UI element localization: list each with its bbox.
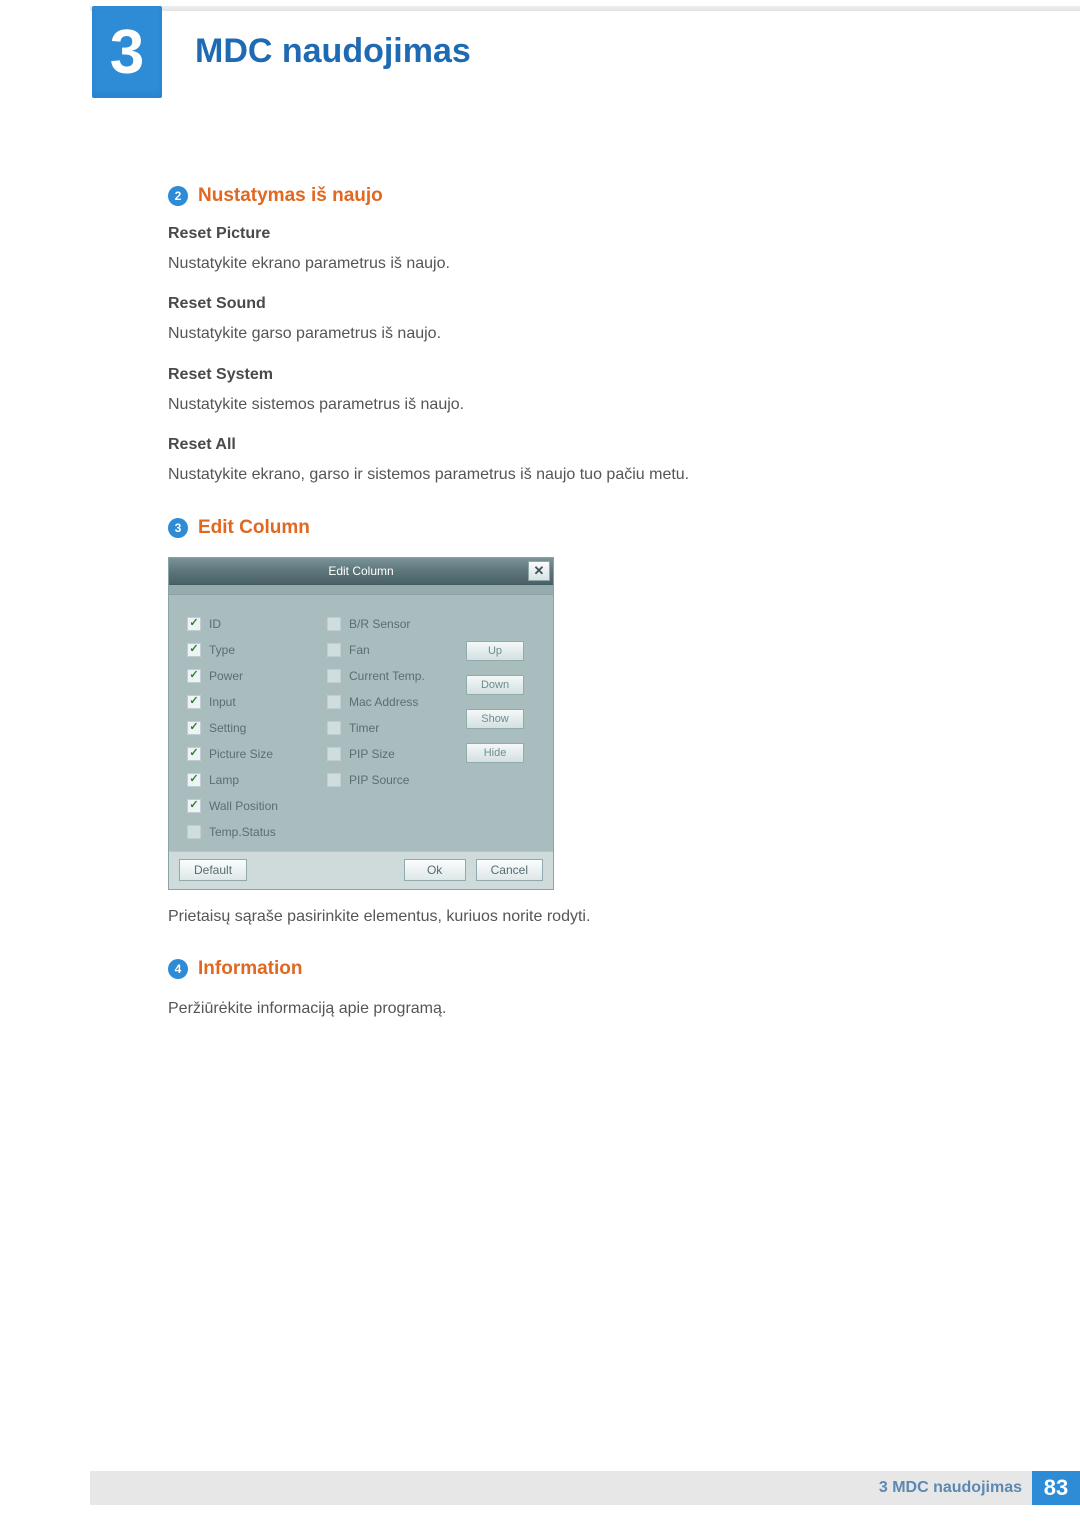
checkbox-label: Input — [209, 695, 236, 709]
reset-picture-heading: Reset Picture — [168, 225, 948, 243]
checkbox-label: Lamp — [209, 773, 239, 787]
footer-text-label: MDC naudojimas — [892, 1479, 1022, 1496]
section-title: Nustatymas iš naujo — [198, 185, 383, 207]
close-icon: ✕ — [534, 557, 545, 584]
dialog-strip — [169, 585, 553, 595]
dialog-side-buttons: Up Down Show Hide — [463, 611, 527, 845]
checkbox-label: Fan — [349, 643, 370, 657]
checkbox-label: Temp.Status — [209, 825, 276, 839]
information-text: Peržiūrėkite informaciją apie programą. — [168, 998, 948, 1020]
checkbox[interactable] — [187, 773, 201, 787]
checkbox-row[interactable]: Power — [187, 663, 321, 689]
chapter-badge: 3 — [92, 6, 162, 98]
content-area: 2 Nustatymas iš naujo Reset Picture Nust… — [168, 185, 948, 1020]
section-number-badge: 4 — [168, 959, 188, 979]
page-title: MDC naudojimas — [195, 32, 471, 71]
reset-sound-heading: Reset Sound — [168, 295, 948, 313]
checkbox-label: Timer — [349, 721, 379, 735]
close-button[interactable]: ✕ — [528, 561, 550, 581]
show-button[interactable]: Show — [466, 709, 524, 729]
section-title: Information — [198, 958, 303, 980]
checkbox[interactable] — [327, 773, 341, 787]
ok-button[interactable]: Ok — [404, 859, 466, 881]
section-2-header: 2 Nustatymas iš naujo — [168, 185, 948, 207]
reset-sound-text: Nustatykite garso parametrus iš naujo. — [168, 323, 948, 345]
section-title: Edit Column — [198, 517, 310, 539]
footer-page-number: 83 — [1032, 1471, 1080, 1505]
dialog-footer: Default Ok Cancel — [169, 851, 553, 889]
checkbox[interactable] — [187, 825, 201, 839]
footer-bar: 3 MDC naudojimas 83 — [90, 1471, 1080, 1505]
footer-prefix: 3 — [879, 1479, 888, 1496]
checkbox-row[interactable]: Input — [187, 689, 321, 715]
checkbox-row[interactable]: PIP Source — [327, 767, 457, 793]
checkbox-label: Setting — [209, 721, 246, 735]
section-number-badge: 3 — [168, 518, 188, 538]
checkbox-row[interactable]: Timer — [327, 715, 457, 741]
reset-all-text: Nustatykite ekrano, garso ir sistemos pa… — [168, 464, 948, 486]
checkbox-label: B/R Sensor — [349, 617, 410, 631]
checkbox-label: ID — [209, 617, 221, 631]
checkbox[interactable] — [187, 617, 201, 631]
checkbox-row[interactable]: ID — [187, 611, 321, 637]
checkbox-label: Power — [209, 669, 243, 683]
checkbox-row[interactable]: Type — [187, 637, 321, 663]
checkbox[interactable] — [187, 669, 201, 683]
checkbox-label: Wall Position — [209, 799, 278, 813]
checkbox-row[interactable]: Fan — [327, 637, 457, 663]
reset-picture-text: Nustatykite ekrano parametrus iš naujo. — [168, 253, 948, 275]
cancel-button[interactable]: Cancel — [476, 859, 543, 881]
section-3-header: 3 Edit Column — [168, 517, 948, 539]
dialog-title-text: Edit Column — [328, 564, 393, 578]
checkbox[interactable] — [327, 617, 341, 631]
checkbox[interactable] — [187, 643, 201, 657]
checkbox-row[interactable]: Mac Address — [327, 689, 457, 715]
checkbox[interactable] — [187, 721, 201, 735]
checkbox-column-left: ID Type Power Input Setting Picture Size Lamp W… — [187, 611, 321, 845]
section-4-header: 4 Information — [168, 958, 948, 980]
checkbox-label: Picture Size — [209, 747, 273, 761]
checkbox[interactable] — [327, 747, 341, 761]
checkbox-row[interactable]: PIP Size — [327, 741, 457, 767]
checkbox[interactable] — [327, 669, 341, 683]
checkbox-label: Mac Address — [349, 695, 418, 709]
checkbox[interactable] — [327, 695, 341, 709]
dialog-title-bar: Edit Column ✕ — [169, 558, 553, 585]
checkbox-row[interactable]: Picture Size — [187, 741, 321, 767]
edit-column-caption: Prietaisų sąraše pasirinkite elementus, … — [168, 906, 948, 928]
reset-system-text: Nustatykite sistemos parametrus iš naujo… — [168, 394, 948, 416]
top-rule — [90, 6, 1080, 11]
checkbox-row[interactable]: Setting — [187, 715, 321, 741]
checkbox-row[interactable]: B/R Sensor — [327, 611, 457, 637]
up-button[interactable]: Up — [466, 641, 524, 661]
checkbox[interactable] — [187, 695, 201, 709]
checkbox[interactable] — [327, 643, 341, 657]
checkbox[interactable] — [187, 799, 201, 813]
down-button[interactable]: Down — [466, 675, 524, 695]
checkbox-label: PIP Size — [349, 747, 395, 761]
checkbox-row[interactable]: Current Temp. — [327, 663, 457, 689]
edit-column-dialog: Edit Column ✕ ID Type Power Input Setting Pic… — [168, 557, 554, 890]
section-number-badge: 2 — [168, 186, 188, 206]
checkbox-row[interactable]: Wall Position — [187, 793, 321, 819]
checkbox[interactable] — [327, 721, 341, 735]
reset-all-heading: Reset All — [168, 436, 948, 454]
checkbox-row[interactable]: Lamp — [187, 767, 321, 793]
footer-label: 3 MDC naudojimas — [879, 1479, 1022, 1497]
checkbox-row[interactable]: Temp.Status — [187, 819, 321, 845]
hide-button[interactable]: Hide — [466, 743, 524, 763]
default-button[interactable]: Default — [179, 859, 247, 881]
reset-system-heading: Reset System — [168, 366, 948, 384]
dialog-body: ID Type Power Input Setting Picture Size Lamp W… — [169, 595, 553, 851]
checkbox[interactable] — [187, 747, 201, 761]
checkbox-label: PIP Source — [349, 773, 409, 787]
checkbox-label: Current Temp. — [349, 669, 425, 683]
checkbox-label: Type — [209, 643, 235, 657]
checkbox-column-right: B/R Sensor Fan Current Temp. Mac Address Tim… — [327, 611, 457, 845]
